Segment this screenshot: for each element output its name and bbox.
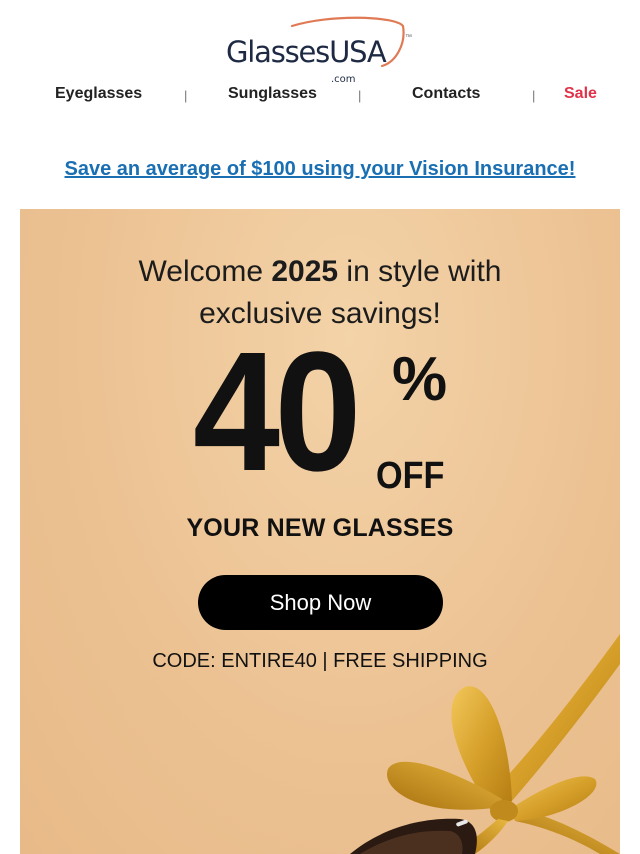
discount-percent: % bbox=[392, 345, 448, 414]
hero-subtitle: YOUR NEW GLASSES bbox=[186, 514, 454, 542]
nav-item-eyeglasses[interactable]: Eyeglasses bbox=[55, 85, 142, 103]
brand-logo[interactable]: GlassesUSA .com ™ bbox=[0, 16, 640, 85]
nav-separator: | bbox=[358, 88, 362, 103]
nav-separator: | bbox=[184, 88, 188, 103]
welcome-suffix: in style with bbox=[338, 255, 502, 288]
shop-now-button[interactable]: Shop Now bbox=[198, 575, 443, 630]
vision-insurance-link[interactable]: Save an average of $100 using your Visio… bbox=[0, 158, 640, 181]
nav-item-contacts[interactable]: Contacts bbox=[412, 85, 480, 103]
nav-separator: | bbox=[532, 88, 536, 103]
logo-trademark: ™ bbox=[405, 34, 412, 41]
nav-item-sunglasses[interactable]: Sunglasses bbox=[228, 85, 317, 103]
discount-number: 40 bbox=[193, 317, 361, 507]
nav-item-sale[interactable]: Sale bbox=[564, 85, 597, 103]
discount-off: OFF bbox=[376, 455, 445, 497]
main-nav: Eyeglasses | Sunglasses | Contacts | Sal… bbox=[0, 85, 640, 105]
welcome-prefix: Welcome bbox=[138, 255, 272, 288]
promo-code-text: CODE: ENTIRE40 | FREE SHIPPING bbox=[152, 650, 488, 672]
hero-banner[interactable]: Welcome 2025 in style with exclusive sav… bbox=[20, 209, 620, 854]
welcome-year: 2025 bbox=[271, 255, 339, 288]
logo-domain: .com bbox=[331, 74, 356, 85]
logo-wordmark: GlassesUSA bbox=[226, 35, 387, 69]
